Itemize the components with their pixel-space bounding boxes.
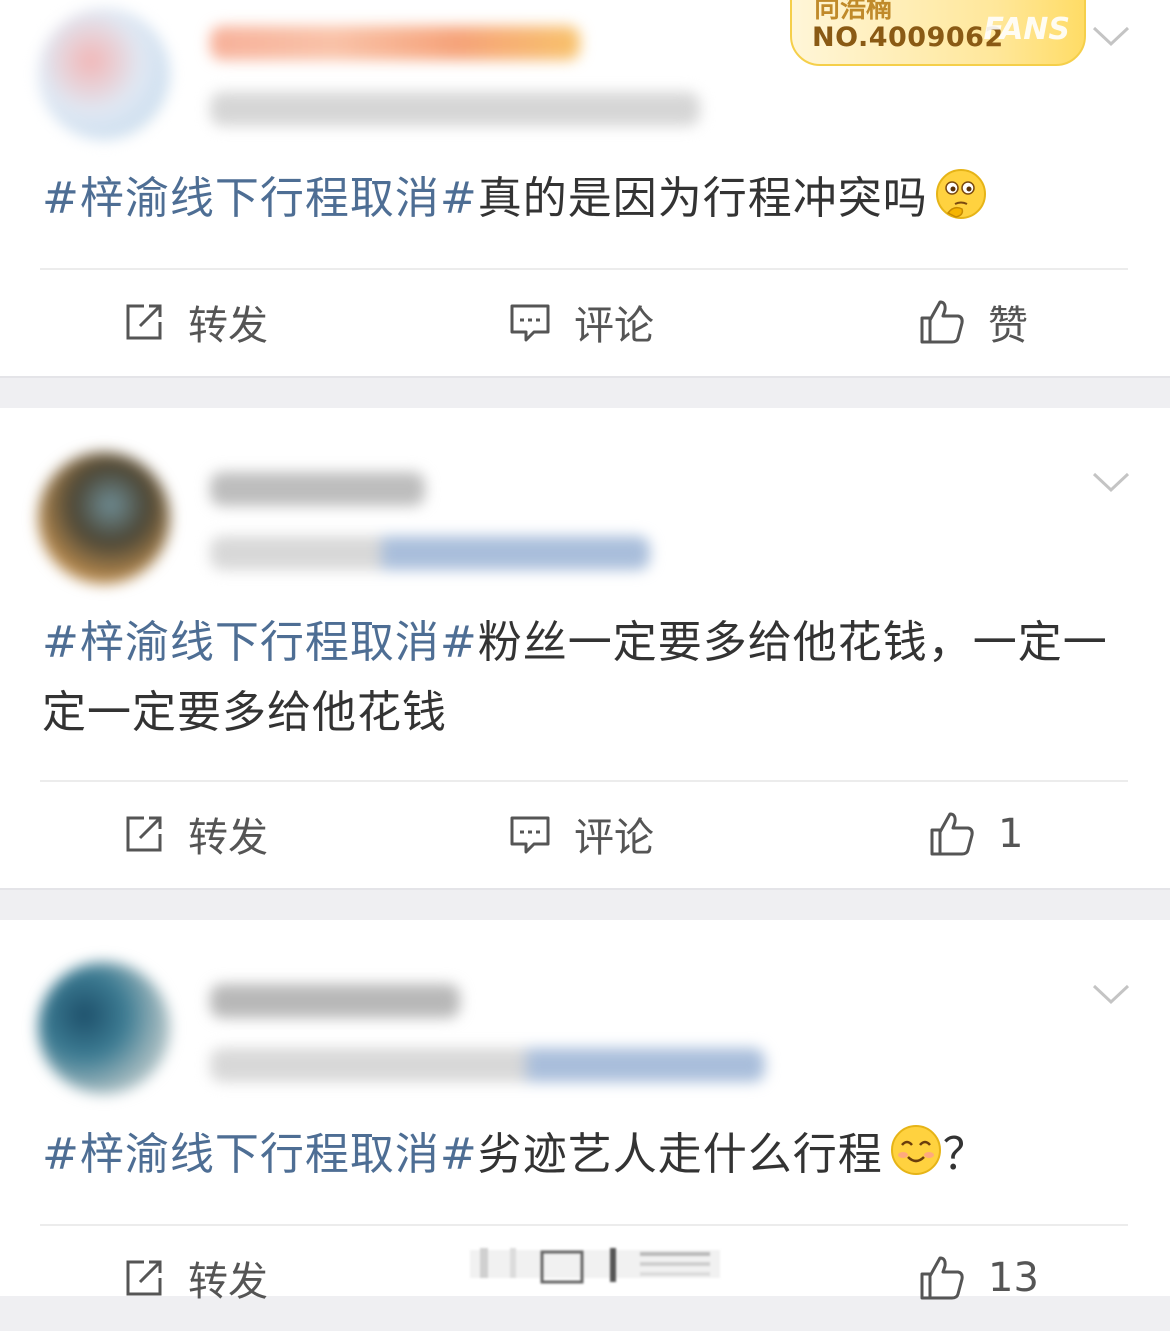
hashtag-link[interactable]: #梓渝线下行程取消# [42,617,478,668]
hashtag-link[interactable]: #梓渝线下行程取消# [42,1129,478,1180]
fans-badge-word: FANS [983,12,1070,47]
repost-label: 转发 [188,1259,268,1305]
username-blurred[interactable] [210,472,425,506]
thumbs-up-icon [930,812,974,856]
avatar[interactable] [38,8,170,140]
post-card-1: 向浩楠 NO.4009062 FANS #梓渝线下行程取消#真的是因为行程冲突吗… [0,0,1170,376]
thumbs-up-icon [920,300,964,344]
comment-label: 评论 [574,303,654,349]
username-blurred[interactable] [210,26,580,60]
post-separator [0,888,1170,920]
avatar[interactable] [38,452,170,584]
post-meta-blurred [210,1048,765,1082]
repost-label: 转发 [188,815,268,861]
like-button[interactable]: 1 [928,781,1023,887]
post-text-suffix: ？ [942,1129,988,1180]
post-content: #梓渝线下行程取消#真的是因为行程冲突吗 [42,164,1110,234]
hashtag-link[interactable]: #梓渝线下行程取消# [42,173,478,224]
post-meta-blurred [210,92,700,126]
post-text: 真的是因为行程冲突吗 [477,173,928,224]
fans-badge-number: NO.4009062 [812,22,1004,53]
comment-button[interactable]: 评论 [508,781,654,887]
post-meta-blurred [210,536,650,570]
comment-button[interactable]: 评论 [508,269,654,375]
loading-overlay [470,1248,720,1284]
post-content: #梓渝线下行程取消#粉丝一定要多给他花钱，一定一定一定要多给他花钱 [42,608,1110,748]
like-label: 赞 [988,303,1028,349]
post-card-3: #梓渝线下行程取消#劣迹艺人走什么行程 ？ 转发 13 [0,920,1170,1305]
chevron-down-icon[interactable] [1092,24,1130,48]
avatar[interactable] [38,962,170,1094]
repost-icon [126,304,162,340]
like-count: 13 [988,1255,1039,1301]
action-bar: 转发 评论 1 [0,781,1170,887]
comment-label: 评论 [574,815,654,861]
repost-icon [126,816,162,852]
thumbs-up-icon [920,1256,964,1300]
like-button[interactable]: 赞 [918,269,1028,375]
repost-button[interactable]: 转发 [122,781,268,887]
chevron-down-icon[interactable] [1092,982,1130,1006]
repost-icon [126,1260,162,1296]
comment-icon [510,304,550,342]
username-blurred[interactable] [210,984,460,1018]
post-card-2: #梓渝线下行程取消#粉丝一定要多给他花钱，一定一定一定要多给他花钱 转发 评论 [0,408,1170,888]
like-button[interactable]: 13 [918,1225,1039,1331]
smiling-face-icon [890,1125,941,1175]
repost-button[interactable]: 转发 [122,269,268,375]
thinking-face-icon [935,169,986,219]
repost-label: 转发 [188,303,268,349]
action-bar: 转发 评论 赞 [0,269,1170,375]
post-content: #梓渝线下行程取消#劣迹艺人走什么行程 ？ [42,1120,1110,1190]
chevron-down-icon[interactable] [1092,470,1130,494]
post-text: 劣迹艺人走什么行程 [477,1129,883,1180]
post-separator [0,376,1170,408]
comment-icon [510,816,550,854]
like-count: 1 [998,811,1024,857]
fans-badge[interactable]: 向浩楠 NO.4009062 FANS [790,0,1086,66]
repost-button[interactable]: 转发 [122,1225,268,1331]
